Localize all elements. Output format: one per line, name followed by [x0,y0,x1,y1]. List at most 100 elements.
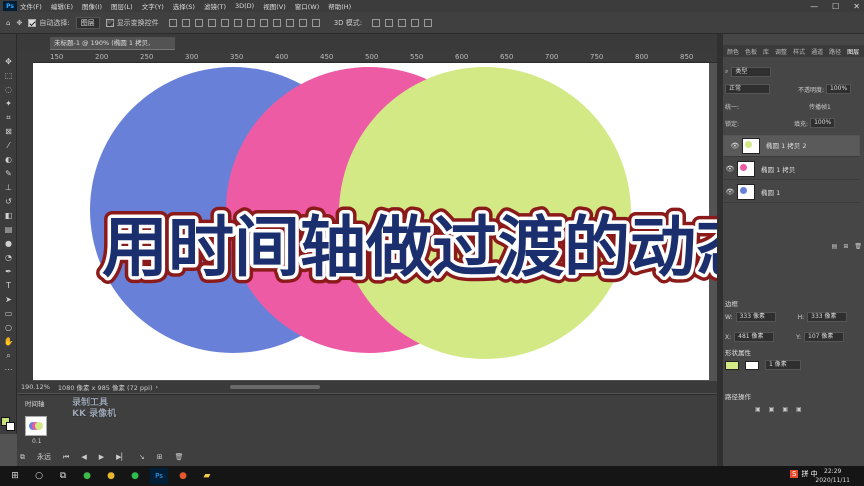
y-label: Y: [796,333,802,341]
watermark-line2: KK 录像机 [72,409,117,419]
unify-label: 统一: [725,103,740,111]
propagate-label[interactable]: 传播帧1 [809,102,831,111]
task-view-icon[interactable]: ⧉ [54,468,72,484]
tab-paths[interactable]: 路径 [829,47,841,56]
layer-name: 椭圆 1 [761,188,781,197]
tween-icon[interactable]: ↘ [139,453,145,461]
zoom-level[interactable]: 190.12% [21,383,50,391]
wechat-icon[interactable]: ● [126,468,144,484]
frame-duration[interactable]: 0.1 [32,438,42,445]
layer-filter-row: ⌕ 类型 [725,66,862,78]
search-icon[interactable]: ○ [30,468,48,484]
loop-dropdown[interactable]: 永远 [37,452,51,462]
document-size: 1080 像素 x 985 像素 (72 ppi) [57,384,153,392]
layer-color-dot [740,163,747,171]
ime-indicator[interactable]: S 拼 中 [790,469,818,479]
layer-thumbnail [737,160,755,177]
tab-layers[interactable]: 图层 [847,47,859,56]
wh-row: W: 333 像素 H: 333 像素 [725,311,862,323]
appearance-section-title[interactable]: 形状属性 [725,347,751,357]
w-label: W: [725,313,733,321]
tab-swatches[interactable]: 色板 [745,47,757,56]
timeline-controls: ⧉ 永远 ⏮ ◀ ▶ ▶▏ ↘ ⊞ 🗑 [20,452,184,462]
photoshop-taskbar-icon[interactable]: Ps [150,468,168,484]
clock-date: 2020/11/11 [815,477,850,484]
layer-thumbnail [742,138,760,154]
play-icon[interactable]: ▶ [99,453,104,461]
layer-color-dot [740,186,747,194]
fill-label: 填充: [794,120,809,128]
path-ops-section-title[interactable]: 路径操作 [725,391,751,401]
panel-tabs: 颜色 色板 库 调整 样式 通道 路径 图层 [723,45,864,57]
layer-name: 椭圆 1 拷贝 2 [766,142,807,150]
layer-actions: ▤ ⊞ 🗑 [725,240,862,252]
first-frame-icon[interactable]: ⏮ [63,453,69,462]
tab-channels[interactable]: 通道 [811,47,823,56]
frame-thumbnail [29,422,43,430]
recorder-watermark: 录制工具 KK 录像机 [72,398,116,420]
new-frame-icon[interactable]: ⊞ [157,453,163,461]
tab-styles[interactable]: 样式 [793,47,805,56]
path-subtract-icon[interactable]: ▣ [769,406,775,413]
chrome-icon[interactable]: ● [102,468,120,484]
convert-icon[interactable]: ⧉ [20,453,25,462]
browser-icon[interactable]: ● [78,468,96,484]
layer-row[interactable]: 👁 椭圆 1 [723,181,860,203]
tab-color[interactable]: 颜色 [727,47,739,56]
blend-mode-dropdown[interactable]: 正常 [725,84,770,94]
eye-icon[interactable]: 👁 [723,188,737,196]
path-exclude-icon[interactable]: ▣ [796,406,802,413]
w-input[interactable]: 333 像素 [735,312,776,322]
status-arrow-icon[interactable]: › [156,383,159,391]
video-title: 用时间轴做过渡的动态 [102,209,762,286]
layer-row[interactable]: 👁 椭圆 1 拷贝 2 [723,135,860,157]
layer-row[interactable]: 👁 椭圆 1 拷贝 [723,158,860,180]
h-input[interactable]: 333 像素 [807,312,848,322]
layer-filter-dropdown[interactable]: 类型 [731,67,772,77]
search-icon: ⌕ [725,68,729,75]
delete-frame-icon[interactable]: 🗑 [175,453,184,461]
lock-row: 锁定: 填充: 100% [725,117,862,129]
eye-icon[interactable]: 👁 [728,141,742,151]
watermark-line1: 录制工具 [72,398,109,408]
layer-color-dot [745,141,752,148]
shape-section-title[interactable]: 边框 [725,298,738,308]
stroke-width-input[interactable]: 1 像素 [765,360,801,370]
fill-input[interactable]: 100% [810,118,836,128]
new-group-icon[interactable]: ▤ [832,243,838,250]
xy-row: X: 481 像素 Y: 107 像素 [725,331,862,343]
sogou-icon[interactable]: S [790,470,799,478]
clock-time: 22:29 [824,468,842,475]
next-frame-icon[interactable]: ▶▏ [116,453,127,461]
stroke-color-swatch[interactable] [745,360,759,370]
timeline-frame-1[interactable] [25,416,47,436]
new-layer-icon[interactable]: ⊞ [843,243,848,250]
windows-start-icon[interactable]: ⊞ [6,468,24,484]
eye-icon[interactable]: 👁 [723,165,737,173]
windows-taskbar: ⊞ ○ ⧉ ● ● ● Ps ● ▰ [0,466,864,486]
tab-adjustments[interactable]: 调整 [775,47,787,56]
fill-color-swatch[interactable] [725,360,739,370]
system-clock[interactable]: 22:29 2020/11/11 [815,467,850,485]
file-explorer-icon[interactable]: ▰ [198,468,216,484]
recorder-icon[interactable]: ● [174,468,192,484]
tab-libraries[interactable]: 库 [763,47,769,56]
lock-label: 锁定: [725,120,740,128]
layer-name: 椭圆 1 拷贝 [761,165,796,174]
path-intersect-icon[interactable]: ▣ [782,406,788,413]
fill-stroke-row: 1 像素 [725,359,862,371]
unify-row: 统一: 传播帧1 [725,100,862,112]
horizontal-scrollbar[interactable] [230,385,320,389]
timeline-title[interactable]: 时间轴 [25,398,45,408]
h-label: H: [797,313,805,321]
y-input[interactable]: 107 像素 [804,332,845,342]
x-label: X: [725,333,732,341]
opacity-label: 不透明度: [798,86,825,94]
path-combine-icon[interactable]: ▣ [755,406,761,413]
x-input[interactable]: 481 像素 [734,332,775,342]
delete-layer-icon[interactable]: 🗑 [854,243,862,250]
opacity-input[interactable]: 100% [826,84,852,94]
blend-row: 正常 不透明度: 100% [725,83,862,95]
layer-thumbnail [737,183,755,200]
prev-frame-icon[interactable]: ◀ [81,453,86,461]
